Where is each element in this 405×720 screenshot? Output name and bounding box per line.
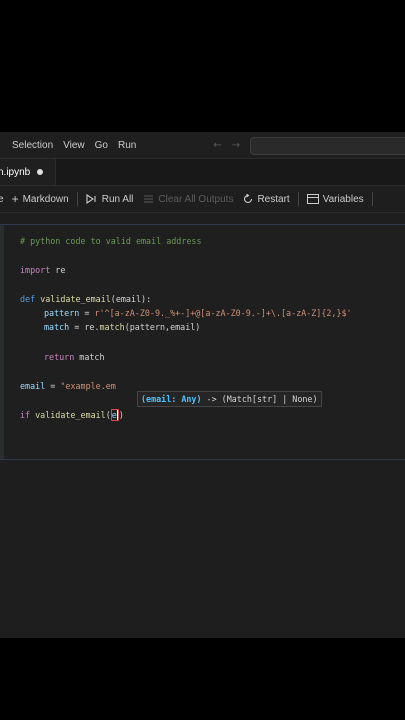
def-params: (email): [110,294,152,304]
if-call-function: validate_email [30,410,106,420]
toolbar-divider-3 [371,192,373,206]
code-comment-line: # python code to valid email address [20,236,202,246]
import-keyword: import [20,265,51,275]
match-variable: match [44,322,70,332]
def-keyword: def [20,294,36,304]
clear-all-outputs-button[interactable]: Clear All Outputs [143,194,233,205]
email-string: "example.em [60,381,116,391]
text-cursor [116,410,118,420]
notebook-toolbar: e + Markdown Run All Clear All Outputs R… [0,186,405,213]
email-variable: email [20,381,46,391]
variables-label: Variables [322,193,364,205]
add-code-cell-button[interactable]: e [0,194,4,205]
code-cell[interactable]: # python code to valid email address imp… [0,224,405,460]
if-keyword: if [20,410,31,420]
run-all-button[interactable]: Run All [86,193,134,205]
menu-view[interactable]: View [58,140,90,151]
restart-button[interactable]: Restart [243,193,290,205]
if-close-paren: ) [118,410,124,420]
match-function: match [99,322,125,332]
plus-icon: + [11,192,19,206]
code-label: e [0,193,4,205]
menu-selection[interactable]: Selection [0,140,58,151]
command-center-search[interactable] [250,137,405,155]
code-email-line: email = "example.em [20,381,116,391]
menu-go[interactable]: Go [90,140,113,151]
pattern-variable: pattern [44,308,80,318]
return-keyword: return [44,352,75,362]
pattern-regex-string: r'^[a-zA-Z0-9._%+-]+@[a-zA-Z0-9.-]+\.[a-… [94,308,352,318]
typed-argument: e [110,409,119,421]
code-def-line: def validate_email(email): [20,294,151,304]
match-args: (pattern,email) [124,322,201,332]
run-all-icon [86,194,98,204]
cell-focus-indicator [0,225,4,459]
add-markdown-cell-button[interactable]: + Markdown [12,192,69,206]
signature-help-popup: (email: Any) -> (Match[str] | None) [137,391,322,407]
run-all-label: Run All [101,193,134,205]
code-pattern-line: pattern = r'^[a-zA-Z0-9._%+-]+@[a-zA-Z0-… [44,308,352,318]
back-arrow-icon[interactable]: ← [213,140,221,151]
menu-bar: Selection View Go Run ← → [0,132,405,159]
tab-notebook[interactable]: n.ipynb [0,159,57,185]
restart-label: Restart [257,193,290,205]
variables-icon [306,194,319,204]
editor-tab-row: n.ipynb [0,159,405,186]
restart-icon [243,194,253,204]
menu-run[interactable]: Run [113,140,141,151]
def-function-name: validate_email [40,294,111,304]
forward-arrow-icon[interactable]: → [232,140,240,151]
return-value: match [74,352,105,362]
code-if-line: if validate_email(e) [20,409,124,421]
variables-button[interactable]: Variables [306,193,364,205]
pattern-equals: = [79,308,95,318]
signature-return: -> (Match[str] | None) [201,394,318,404]
toolbar-divider [76,192,78,206]
import-module: re [50,265,66,275]
code-import-line: import re [20,265,65,275]
tab-filename: n.ipynb [0,166,31,178]
toolbar-divider-2 [297,192,299,206]
email-equals: = [45,381,61,391]
clear-outputs-icon [143,194,154,204]
code-editor[interactable]: # python code to valid email address imp… [20,229,352,421]
markdown-label: Markdown [22,193,69,205]
vscode-window: Selection View Go Run ← → n.ipynb e + Ma… [0,132,405,638]
code-return-line: return match [44,352,105,362]
nav-arrows: ← → [213,140,240,151]
match-equals: = re. [69,322,100,332]
clear-outputs-label: Clear All Outputs [158,193,234,205]
code-match-line: match = re.match(pattern,email) [44,322,200,332]
signature-param: (email: Any) [141,394,202,404]
unsaved-dot-icon[interactable] [37,169,44,175]
